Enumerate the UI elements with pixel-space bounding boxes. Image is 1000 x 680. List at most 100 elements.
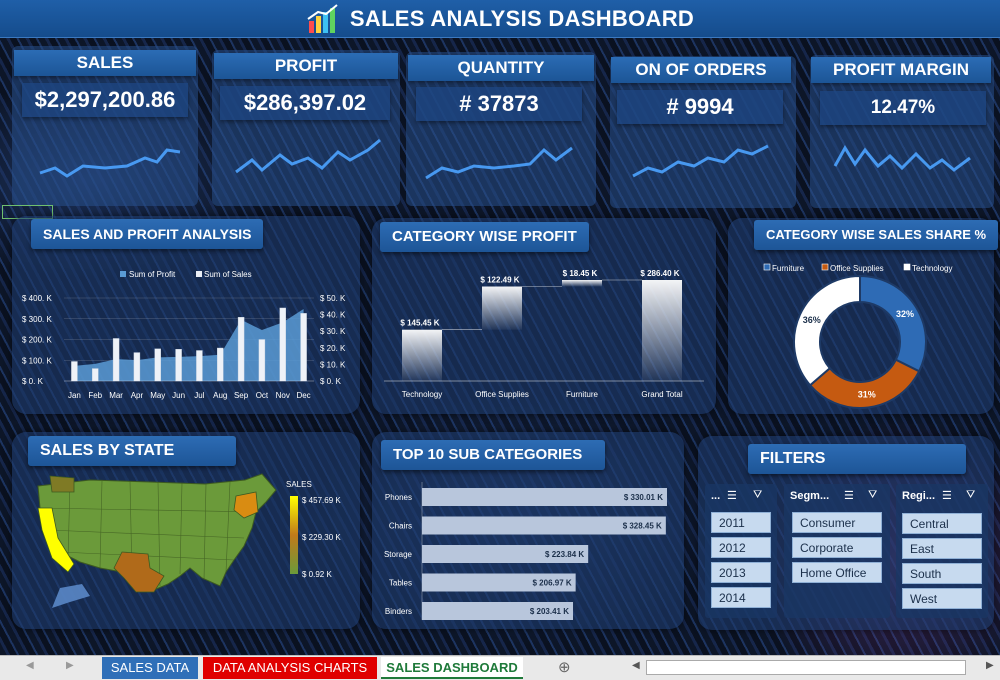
donut-data-label: 31% <box>858 390 876 400</box>
tab-sales-dashboard[interactable]: SALES DASHBOARD <box>381 657 523 679</box>
sub-category-label: Storage <box>384 550 413 559</box>
legend-label: Technology <box>912 264 952 273</box>
sales-profit-title: SALES AND PROFIT ANALYSIS <box>31 219 264 249</box>
sales-profit-chart: Sum of Profit Sum of Sales $ 0. K $ 100. K… <box>22 270 346 400</box>
sales-by-state-title: SALES BY STATE <box>28 436 236 466</box>
multi-select-icon[interactable]: ☰ <box>942 489 952 502</box>
alaska-shape <box>52 584 90 608</box>
month-label: Nov <box>276 391 290 400</box>
sub-category-label: Chairs <box>389 522 412 531</box>
region-item-south[interactable]: South <box>902 563 982 584</box>
category-share-chart: Furniture Office Supplies Technology 32% 31… <box>763 263 952 409</box>
kpi-value-profit-margin: 12.47% <box>820 91 986 125</box>
year-item-2011[interactable]: 2011 <box>711 512 771 533</box>
profit-sparkline <box>235 138 381 174</box>
left-tick-label: $ 100. K <box>22 356 52 365</box>
kpi-value-profit: $286,397.02 <box>220 86 390 120</box>
kpi-label-quantity: QUANTITY <box>408 55 594 81</box>
sub-category-data-label: $ 330.01 K <box>624 493 663 502</box>
month-label: Jan <box>68 391 81 400</box>
tab-scroll-left-icon[interactable]: ◀ <box>26 660 34 671</box>
bar-chart-logo-icon <box>307 3 338 33</box>
sales-bar <box>92 368 99 382</box>
year-item-2014[interactable]: 2014 <box>711 587 771 608</box>
left-tick-label: $ 200. K <box>22 336 52 345</box>
horizontal-scrollbar[interactable] <box>646 660 966 675</box>
kpi-value-quantity: # 37873 <box>416 87 582 121</box>
waterfall-data-label: $ 145.45 K <box>400 319 439 328</box>
segment-item-corporate[interactable]: Corporate <box>792 537 882 558</box>
waterfall-bar <box>642 280 682 381</box>
tab-data-analysis-charts[interactable]: DATA ANALYSIS CHARTS <box>203 657 377 679</box>
sales-bar <box>279 307 286 382</box>
region-slicer: Regi... ☰ ⛛ Central East South West <box>896 484 988 618</box>
sub-category-data-label: $ 328.45 K <box>623 522 662 531</box>
sales-bar <box>196 350 203 382</box>
region-item-west[interactable]: West <box>902 588 982 609</box>
month-label: Apr <box>131 391 144 400</box>
year-item-2013[interactable]: 2013 <box>711 562 771 583</box>
donut-data-label: 36% <box>803 315 821 325</box>
svg-text:$ 457.69 K: $ 457.69 K <box>302 496 341 505</box>
add-sheet-icon[interactable]: ⊕ <box>558 658 571 676</box>
svg-text:SALES: SALES <box>286 480 312 489</box>
top-sub-categories-chart: $ 330.01 K Phones $ 328.45 K Chairs $ 223.84… <box>384 482 667 620</box>
sales-bar <box>217 347 224 382</box>
orders-sparkline <box>632 144 769 178</box>
tab-sales-data[interactable]: SALES DATA <box>102 657 198 679</box>
clear-filter-icon[interactable]: ⛛ <box>753 489 762 502</box>
legend-swatch <box>903 263 911 271</box>
region-item-east[interactable]: East <box>902 538 982 559</box>
clear-filter-icon[interactable]: ⛛ <box>868 489 877 502</box>
month-label: May <box>150 391 165 400</box>
region-slicer-header: Regi... <box>902 490 936 502</box>
sales-bar <box>154 348 161 382</box>
category-profit-title: CATEGORY WISE PROFIT <box>380 222 589 252</box>
waterfall-category-label: Office Supplies <box>475 390 529 399</box>
month-label: Feb <box>88 391 102 400</box>
left-tick-label: $ 0. K <box>22 377 44 386</box>
profit-margin-sparkline <box>833 145 971 172</box>
category-share-title: CATEGORY WISE SALES SHARE % <box>754 220 999 250</box>
tab-scroll-right-icon[interactable]: ▶ <box>66 660 74 671</box>
waterfall-category-label: Technology <box>402 390 442 399</box>
svg-text:$ 0.92 K: $ 0.92 K <box>302 570 332 579</box>
segment-item-home-office[interactable]: Home Office <box>792 562 882 583</box>
year-slicer-header: ... <box>711 490 721 502</box>
hscroll-right-icon[interactable]: ▶ <box>986 660 994 671</box>
map-legend: SALES $ 457.69 K $ 229.30 K $ 0.92 K <box>286 480 341 579</box>
kpi-value-orders: # 9994 <box>617 90 783 124</box>
sub-category-label: Tables <box>389 579 412 588</box>
waterfall-data-label: $ 18.45 K <box>563 269 598 278</box>
filters-title: FILTERS <box>748 444 966 474</box>
kpi-label-profit: PROFIT <box>214 53 398 79</box>
sales-bar <box>133 352 141 382</box>
month-label: Sep <box>234 391 249 400</box>
sales-bar <box>258 339 266 382</box>
segment-item-consumer[interactable]: Consumer <box>792 512 882 533</box>
year-item-2012[interactable]: 2012 <box>711 537 771 558</box>
donut-slice <box>793 274 861 387</box>
clear-filter-icon[interactable]: ⛛ <box>966 489 975 502</box>
right-tick-label: $ 50. K <box>320 294 346 303</box>
legend-label: Office Supplies <box>830 264 884 273</box>
left-tick-label: $ 300. K <box>22 315 52 324</box>
title-bar: SALES ANALYSIS DASHBOARD <box>0 0 1000 38</box>
quantity-sparkline <box>425 146 573 180</box>
month-label: Aug <box>213 391 227 400</box>
multi-select-icon[interactable]: ☰ <box>727 489 737 502</box>
month-label: Dec <box>296 391 310 400</box>
sales-bar <box>112 338 120 382</box>
sub-category-data-label: $ 203.41 K <box>530 607 569 616</box>
waterfall-data-label: $ 286.40 K <box>640 269 679 278</box>
legend-swatch-sales <box>196 271 202 277</box>
year-slicer: ... ☰ ⛛ 2011 2012 2013 2014 <box>705 484 777 618</box>
kpi-label-profit-margin: PROFIT MARGIN <box>811 57 991 83</box>
us-state-map <box>37 473 277 608</box>
multi-select-icon[interactable]: ☰ <box>844 489 854 502</box>
waterfall-data-label: $ 122.49 K <box>480 276 519 285</box>
right-tick-label: $ 0. K <box>320 377 342 386</box>
category-profit-chart: $ 145.45 K Technology $ 122.49 K Office Sup… <box>384 269 704 399</box>
hscroll-left-icon[interactable]: ◀ <box>632 660 640 671</box>
region-item-central[interactable]: Central <box>902 513 982 534</box>
